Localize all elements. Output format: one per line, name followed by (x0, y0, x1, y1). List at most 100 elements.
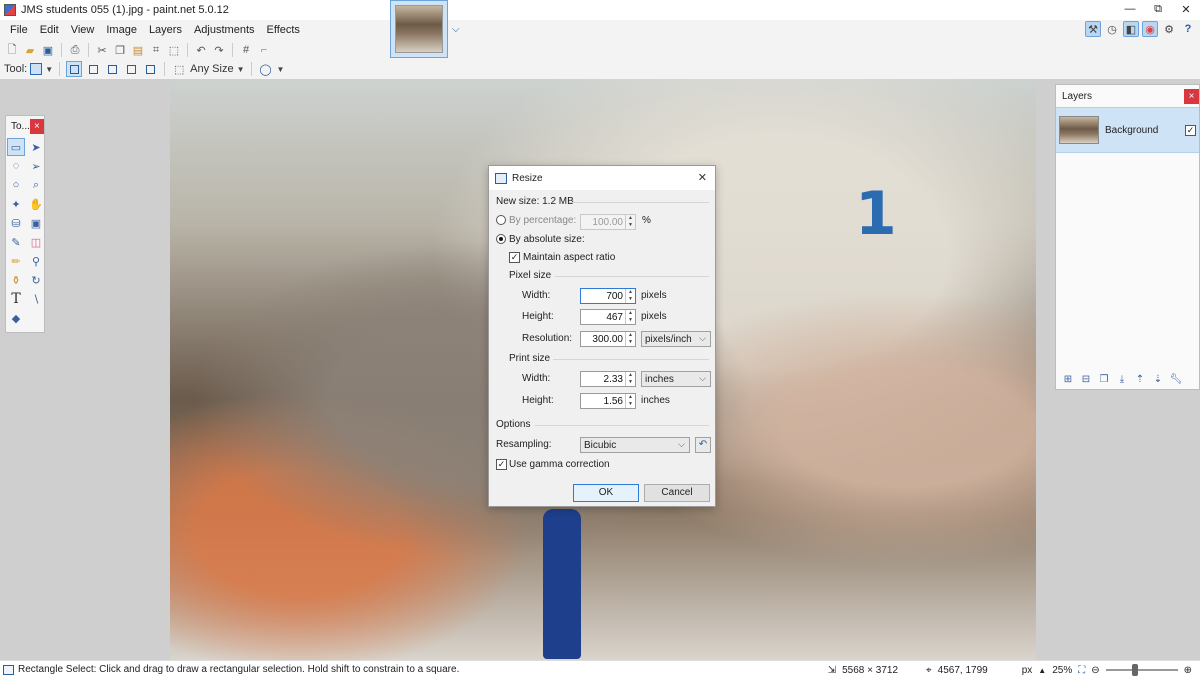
gamma-correction-checkbox[interactable]: ✓ (496, 459, 507, 470)
maximize-button[interactable]: ⧉ (1144, 0, 1172, 18)
move-layer-down-icon[interactable]: ⇣ (1150, 372, 1166, 386)
copy-icon[interactable]: ❐ (112, 42, 128, 58)
move-selected-tool-icon[interactable]: ➤ (27, 138, 45, 156)
print-width-input[interactable]: 2.33 ▲ ▼ (580, 371, 636, 387)
redo-icon[interactable]: ↷ (211, 42, 227, 58)
shapes-tool-icon[interactable]: ◆ (7, 309, 25, 327)
duplicate-layer-icon[interactable]: ❐ (1096, 372, 1112, 386)
tool-dropdown-caret-icon[interactable]: ▼ (45, 65, 53, 74)
layers-toggle-icon[interactable]: ◧ (1123, 21, 1139, 37)
tools-toggle-hammer-icon[interactable]: ⚒ (1085, 21, 1101, 37)
open-folder-icon[interactable]: ▰ (22, 42, 38, 58)
image-tab-thumbnail[interactable] (390, 0, 448, 58)
minimize-button[interactable]: — (1116, 0, 1144, 18)
zoom-readout[interactable]: 25% (1052, 665, 1072, 676)
color-picker-tool-icon[interactable]: ⚲ (27, 252, 45, 270)
help-icon[interactable]: ? (1180, 21, 1196, 37)
menu-view[interactable]: View (65, 20, 101, 40)
selection-mode-intersect-icon[interactable] (123, 61, 139, 77)
layer-properties-wrench-icon[interactable]: 🔧︎ (1168, 372, 1184, 386)
paint-bucket-tool-icon[interactable]: ⛁ (7, 214, 25, 232)
resampling-reset-icon[interactable]: ↶ (695, 437, 711, 453)
units-select[interactable]: px (1022, 665, 1033, 676)
magic-wand-tool-icon[interactable]: ✦ (7, 195, 25, 213)
ruler-icon[interactable]: ⌐ (256, 42, 272, 58)
undo-icon[interactable]: ↶ (193, 42, 209, 58)
ok-button[interactable]: OK (573, 484, 639, 502)
layer-row-background[interactable]: Background ✓ (1056, 107, 1199, 153)
zoom-out-icon[interactable]: ⊖ (1091, 665, 1099, 676)
paintbrush-tool-icon[interactable]: ✎ (7, 233, 25, 251)
maintain-aspect-checkbox[interactable]: ✓ (509, 252, 520, 263)
spinner-arrows-icon[interactable]: ▲ ▼ (625, 310, 635, 324)
line-curve-tool-icon[interactable]: ∖ (27, 290, 45, 308)
print-icon[interactable]: ⎙ (67, 42, 83, 58)
by-absolute-size-radio[interactable] (496, 234, 506, 244)
zoom-slider[interactable] (1105, 664, 1178, 676)
layers-window-close-button[interactable]: × (1184, 88, 1199, 104)
percentage-spinner[interactable]: 100.00 ▲ ▼ (580, 214, 636, 230)
antialias-dropdown-caret-icon[interactable]: ▼ (277, 65, 285, 74)
move-selection-tool-icon[interactable]: ➢ (27, 157, 45, 175)
close-window-button[interactable]: ✕ (1172, 0, 1200, 18)
zoom-to-window-icon[interactable]: ⛶ (1078, 665, 1085, 676)
tools-window-close-button[interactable]: × (29, 118, 44, 134)
selection-mode-exclude-icon[interactable] (104, 61, 120, 77)
selection-mode-invert-icon[interactable] (142, 61, 158, 77)
new-file-icon[interactable]: 🗋 (4, 42, 20, 58)
deselect-icon[interactable]: ⬚ (166, 42, 182, 58)
print-height-input[interactable]: 1.56 ▲ ▼ (580, 393, 636, 409)
add-layer-icon[interactable]: ⊞ (1060, 372, 1076, 386)
menu-layers[interactable]: Layers (143, 20, 188, 40)
merge-layer-down-icon[interactable]: ⤓ (1114, 372, 1130, 386)
current-tool-rectangle-select-icon[interactable] (30, 63, 43, 75)
resampling-select[interactable]: Bicubic (580, 437, 690, 453)
zoom-in-icon[interactable]: ⊕ (1184, 665, 1192, 676)
resize-dialog-close-button[interactable]: ✕ (698, 171, 707, 184)
grid-icon[interactable]: # (238, 42, 254, 58)
delete-layer-icon[interactable]: ⊟ (1078, 372, 1094, 386)
units-caret-icon[interactable]: ▲ (1038, 666, 1046, 675)
move-layer-up-icon[interactable]: ⇡ (1132, 372, 1148, 386)
spinner-arrows-icon[interactable]: ▲ ▼ (625, 215, 635, 229)
pencil-tool-icon[interactable]: ✏ (7, 252, 25, 270)
by-percentage-radio[interactable] (496, 215, 506, 225)
zoom-tool-icon[interactable]: ⌕ (27, 176, 45, 194)
crop-icon[interactable]: ⌗ (148, 42, 164, 58)
gradient-tool-icon[interactable]: ▣ (27, 214, 45, 232)
spinner-arrows-icon[interactable]: ▲ ▼ (625, 394, 635, 408)
colors-toggle-icon[interactable]: ◉ (1142, 21, 1158, 37)
spinner-arrows-icon[interactable]: ▲ ▼ (625, 289, 635, 303)
eraser-tool-icon[interactable]: ◫ (27, 233, 45, 251)
cut-icon[interactable]: ✂ (94, 42, 110, 58)
zoom-slider-knob[interactable] (1131, 664, 1138, 676)
rectangle-select-tool-icon[interactable]: ▭ (7, 138, 25, 156)
resolution-unit-select[interactable]: pixels/inch (641, 331, 711, 347)
recolor-tool-icon[interactable]: ↻ (27, 271, 45, 289)
pixel-width-input[interactable]: 700 ▲ ▼ (580, 288, 636, 304)
pan-hand-tool-icon[interactable]: ✋ (27, 195, 45, 213)
menu-effects[interactable]: Effects (261, 20, 306, 40)
text-tool-icon[interactable]: T (7, 290, 25, 308)
save-icon[interactable]: ▣ (40, 42, 56, 58)
menu-adjustments[interactable]: Adjustments (188, 20, 261, 40)
settings-gear-icon[interactable]: ⚙ (1161, 21, 1177, 37)
clone-stamp-tool-icon[interactable]: ⚱ (7, 271, 25, 289)
menu-image[interactable]: Image (100, 20, 143, 40)
size-dropdown-caret-icon[interactable]: ▼ (237, 65, 245, 74)
resolution-input[interactable]: 300.00 ▲ ▼ (580, 331, 636, 347)
selection-mode-replace-icon[interactable] (66, 61, 83, 77)
lasso-select-tool-icon[interactable]: ◌ (7, 157, 25, 175)
paste-icon[interactable]: ▤ (130, 42, 146, 58)
cancel-button[interactable]: Cancel (644, 484, 710, 502)
menu-file[interactable]: File (4, 20, 34, 40)
print-unit-select[interactable]: inches (641, 371, 711, 387)
selection-size-select[interactable]: Any Size (190, 63, 233, 75)
image-list-chevron-icon[interactable]: ⌵ (452, 24, 460, 35)
menu-edit[interactable]: Edit (34, 20, 65, 40)
ellipse-select-tool-icon[interactable]: ○ (7, 176, 25, 194)
selection-mode-union-icon[interactable] (85, 61, 101, 77)
pixel-height-input[interactable]: 467 ▲ ▼ (580, 309, 636, 325)
spinner-arrows-icon[interactable]: ▲ ▼ (625, 372, 635, 386)
antialias-circle-icon[interactable]: ◯ (258, 61, 274, 77)
